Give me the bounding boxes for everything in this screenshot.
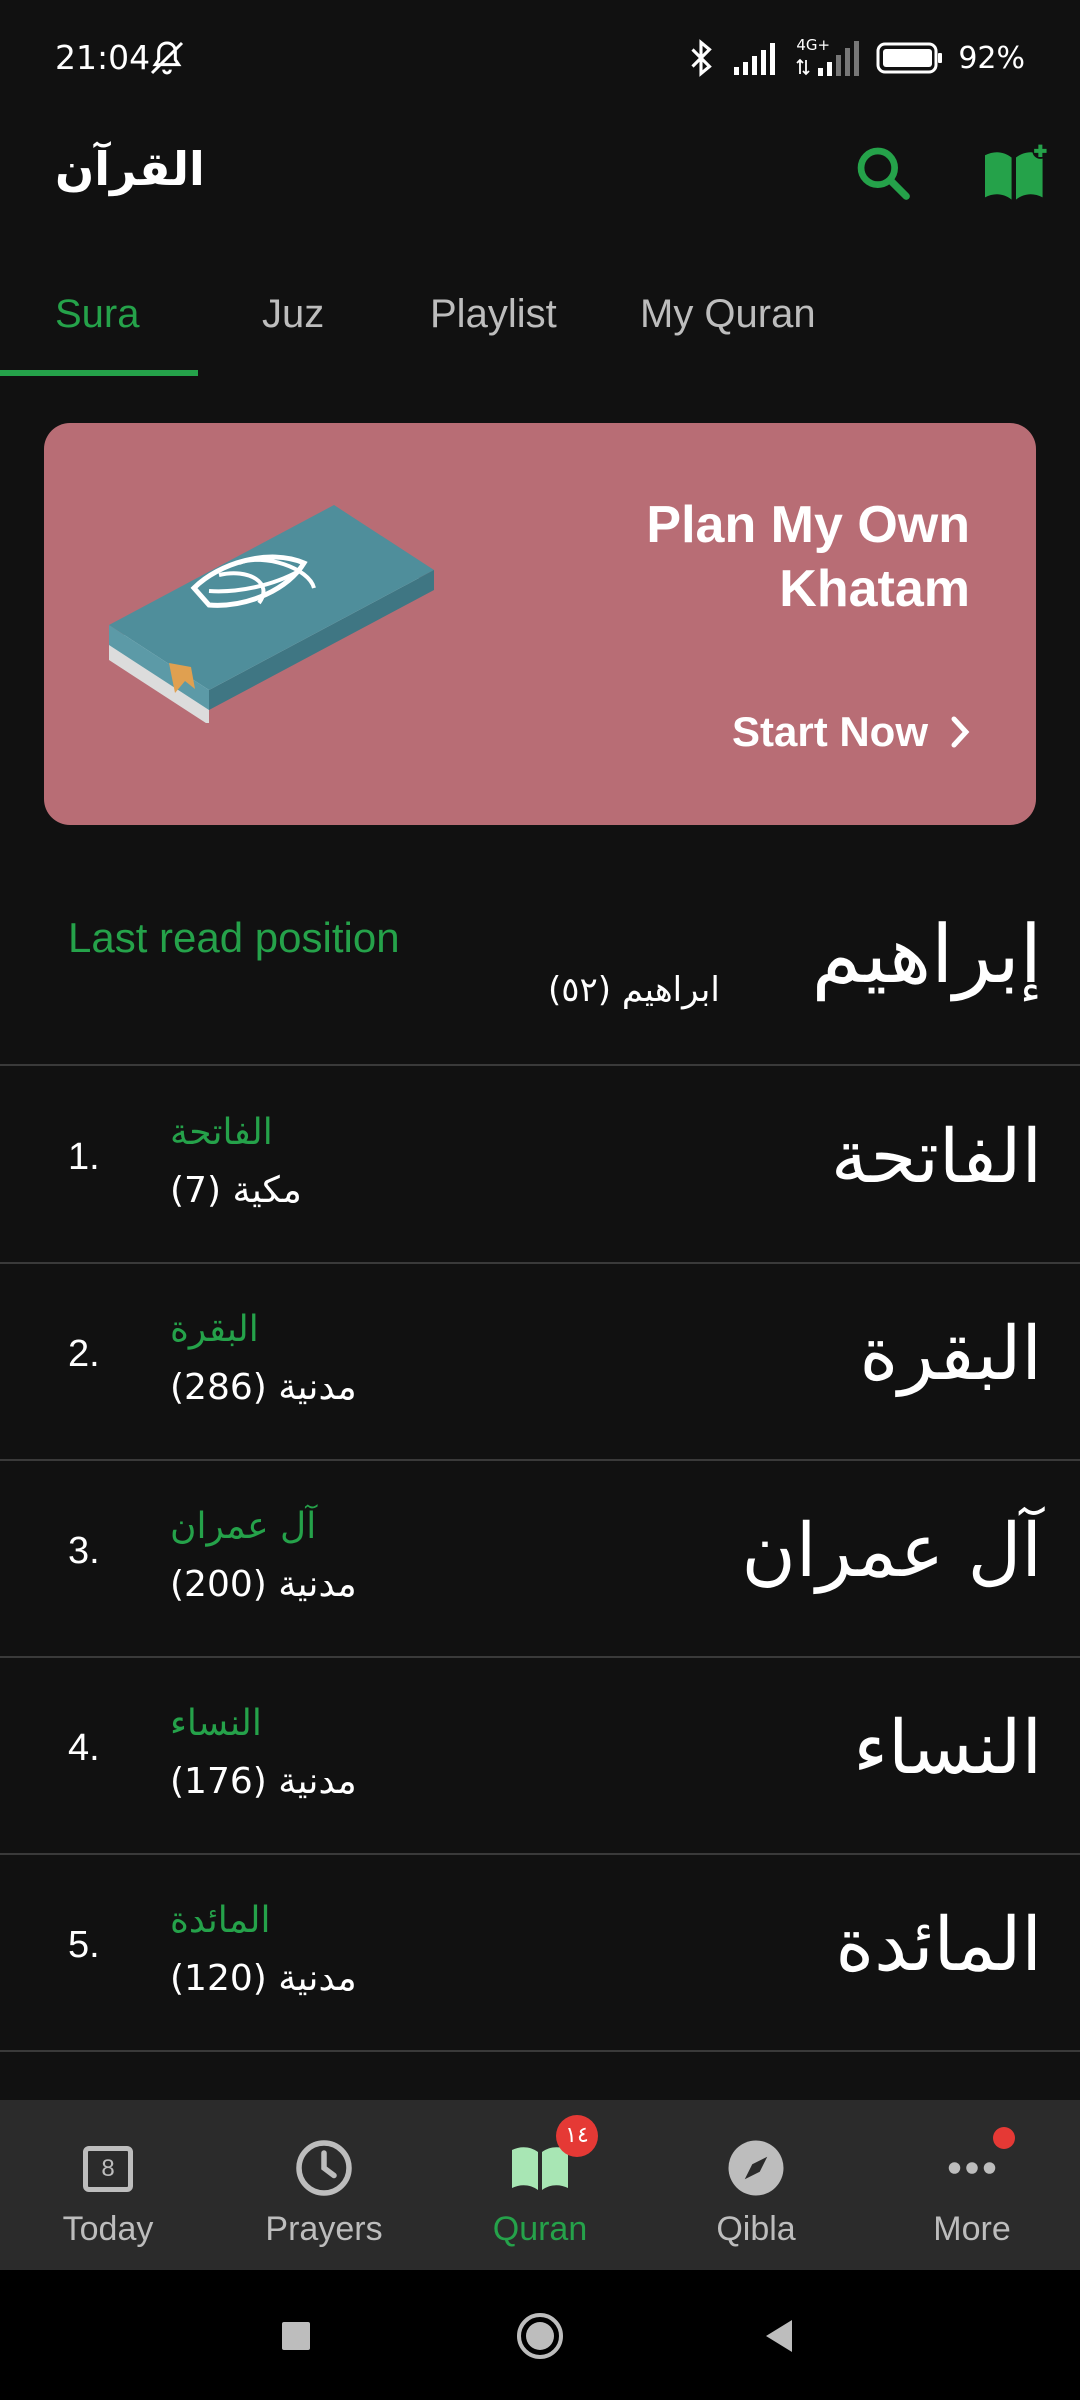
- sura-calligraphy: الفاتحة: [830, 1114, 1042, 1200]
- sura-name: المائدة: [170, 1900, 271, 1941]
- start-now-label: Start Now: [731, 708, 928, 755]
- quran-badge: ١٤: [556, 2115, 598, 2157]
- sura-meta: مدنية (200): [170, 1564, 357, 1605]
- page-title: القرآن: [55, 142, 205, 196]
- status-time: 21:04: [55, 38, 151, 77]
- sura-meta: مكية (7): [170, 1170, 302, 1211]
- chevron-right-icon: [951, 716, 970, 748]
- calendar-icon: 8: [83, 2146, 133, 2192]
- recents-icon[interactable]: [268, 2308, 324, 2364]
- nav-prayers-label: Prayers: [265, 2210, 383, 2248]
- calendar-day: 8: [101, 2155, 115, 2182]
- sura-calligraphy: النساء: [853, 1705, 1042, 1791]
- bluetooth-icon: [691, 39, 713, 77]
- active-tab-indicator: [0, 370, 198, 376]
- sura-row[interactable]: 1. الفاتحة مكية (7) الفاتحة: [0, 1066, 1080, 1264]
- sura-name: آل عمران: [170, 1506, 317, 1547]
- last-read-sura: ابراهيم (٥٢): [548, 970, 720, 1010]
- sura-meta: مدنية (176): [170, 1761, 357, 1802]
- signal-4g-icon: 4G+: [796, 36, 862, 78]
- tab-juz[interactable]: Juz: [262, 292, 324, 337]
- nav-prayers[interactable]: Prayers: [216, 2100, 432, 2270]
- sura-row[interactable]: 2. البقرة مدنية (286) البقرة: [0, 1263, 1080, 1461]
- sura-row[interactable]: 4. النساء مدنية (176) النساء: [0, 1657, 1080, 1855]
- khatam-banner[interactable]: Plan My Own Khatam Start Now: [44, 423, 1036, 825]
- status-icons: 4G+ 92%: [684, 36, 1025, 80]
- home-icon[interactable]: [512, 2308, 568, 2364]
- sura-name: الفاتحة: [170, 1112, 273, 1153]
- last-read-calligraphy: إبراهيم: [811, 908, 1042, 1001]
- tab-my-quran[interactable]: My Quran: [640, 292, 816, 337]
- system-navigation-bar: [0, 2270, 1080, 2400]
- sura-number: 4.: [68, 1727, 100, 1769]
- sura-meta: مدنية (120): [170, 1958, 357, 1999]
- bell-off-icon: [150, 41, 184, 75]
- battery-icon: [876, 42, 943, 74]
- tab-sura[interactable]: Sura: [55, 292, 140, 337]
- sura-name: النساء: [170, 1703, 262, 1744]
- clock-icon: [296, 2140, 352, 2196]
- quran-screen: 21:04 4G+ 92% القرآن Sura Juz Playlist M…: [0, 0, 1080, 2400]
- open-book-add-icon[interactable]: [982, 142, 1050, 204]
- sura-number: 5.: [68, 1924, 100, 1966]
- nav-more-label: More: [933, 2210, 1011, 2248]
- sura-calligraphy: البقرة: [859, 1311, 1042, 1397]
- last-read-position[interactable]: Last read position ابراهيم (٥٢) إبراهيم: [0, 870, 1080, 1066]
- signal-icon: [734, 43, 776, 75]
- tab-playlist[interactable]: Playlist: [430, 292, 557, 337]
- start-now-button[interactable]: Start Now: [732, 708, 974, 756]
- banner-title: Plan My Own Khatam: [646, 496, 970, 618]
- more-notification-dot: [993, 2127, 1015, 2149]
- sura-number: 1.: [68, 1136, 100, 1178]
- sura-meta: مدنية (286): [170, 1367, 357, 1408]
- nav-qibla-label: Qibla: [716, 2210, 796, 2248]
- more-dots-icon: [948, 2162, 996, 2174]
- nav-quran-label: Quran: [492, 2210, 588, 2248]
- quran-book-illustration: [109, 505, 434, 723]
- compass-icon: [728, 2140, 784, 2196]
- sura-number: 3.: [68, 1530, 100, 1572]
- sura-name: البقرة: [170, 1309, 259, 1350]
- nav-qibla[interactable]: Qibla: [648, 2100, 864, 2270]
- sura-calligraphy: آل عمران: [741, 1508, 1042, 1594]
- tab-bar: Sura Juz Playlist My Quran: [0, 270, 1080, 380]
- last-read-label: Last read position: [68, 914, 400, 961]
- nav-quran[interactable]: Quran: [432, 2100, 648, 2270]
- bottom-navigation: 8 Today Prayers Quran Qibla More: [0, 2100, 1080, 2270]
- status-bar: 21:04 4G+ 92%: [0, 0, 1080, 120]
- sura-number: 2.: [68, 1333, 100, 1375]
- sura-row[interactable]: 5. المائدة مدنية (120) المائدة: [0, 1854, 1080, 2052]
- search-icon[interactable]: [852, 142, 914, 204]
- app-bar: القرآن: [0, 120, 1080, 270]
- nav-more[interactable]: More: [864, 2100, 1080, 2270]
- nav-today-label: Today: [62, 2210, 154, 2248]
- battery-level: 92%: [958, 40, 1025, 76]
- nav-today[interactable]: 8 Today: [0, 2100, 216, 2270]
- sura-calligraphy: المائدة: [835, 1902, 1042, 1988]
- back-icon[interactable]: [752, 2308, 808, 2364]
- sura-row[interactable]: 3. آل عمران مدنية (200) آل عمران: [0, 1460, 1080, 1658]
